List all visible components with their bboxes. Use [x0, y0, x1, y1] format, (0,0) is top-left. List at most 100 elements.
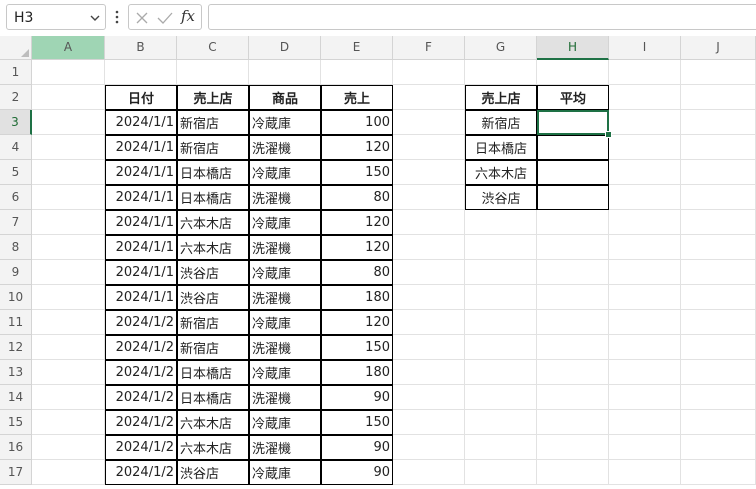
cell-j10[interactable] [681, 285, 756, 310]
cell-c9[interactable]: 渋谷店 [177, 260, 249, 285]
cell-a1[interactable] [32, 60, 105, 85]
cell-f3[interactable] [393, 110, 465, 135]
cell-c12[interactable]: 新宿店 [177, 335, 249, 360]
cell-j8[interactable] [681, 235, 756, 260]
cell-f14[interactable] [393, 385, 465, 410]
cell-g13[interactable] [465, 360, 537, 385]
cell-j6[interactable] [681, 185, 756, 210]
row-header-10[interactable]: 10 [0, 285, 32, 310]
cell-b8[interactable]: 2024/1/1 [105, 235, 177, 260]
cell-c6[interactable]: 日本橋店 [177, 185, 249, 210]
cell-b3[interactable]: 2024/1/1 [105, 110, 177, 135]
column-header-a[interactable]: A [32, 36, 105, 60]
cell-j5[interactable] [681, 160, 756, 185]
row-header-7[interactable]: 7 [0, 210, 32, 235]
select-all-corner[interactable] [0, 36, 32, 60]
cell-e9[interactable]: 80 [321, 260, 393, 285]
cell-e16[interactable]: 90 [321, 435, 393, 460]
cell-b1[interactable] [105, 60, 177, 85]
cell-j9[interactable] [681, 260, 756, 285]
cell-h4[interactable] [537, 135, 609, 160]
cell-e7[interactable]: 120 [321, 210, 393, 235]
row-header-6[interactable]: 6 [0, 185, 32, 210]
spreadsheet-grid[interactable]: A B C D E F G H I J 1 2 日付 売上店 商品 売上 売上店 平均 3 2024/1/1 新宿店 冷蔵… [0, 36, 756, 489]
cell-h8[interactable] [537, 235, 609, 260]
row-header-4[interactable]: 4 [0, 135, 32, 160]
row-header-5[interactable]: 5 [0, 160, 32, 185]
cell-h11[interactable] [537, 310, 609, 335]
column-header-g[interactable]: G [465, 36, 537, 60]
cell-i16[interactable] [609, 435, 681, 460]
row-header-1[interactable]: 1 [0, 60, 32, 85]
cell-i9[interactable] [609, 260, 681, 285]
row-header-13[interactable]: 13 [0, 360, 32, 385]
cell-d15[interactable]: 冷蔵庫 [249, 410, 321, 435]
cell-c5[interactable]: 日本橋店 [177, 160, 249, 185]
cell-i8[interactable] [609, 235, 681, 260]
cell-h13[interactable] [537, 360, 609, 385]
cell-b16[interactable]: 2024/1/2 [105, 435, 177, 460]
cell-f7[interactable] [393, 210, 465, 235]
cell-b13[interactable]: 2024/1/2 [105, 360, 177, 385]
cell-g11[interactable] [465, 310, 537, 335]
fill-handle[interactable] [605, 131, 612, 138]
cell-a14[interactable] [32, 385, 105, 410]
cell-b4[interactable]: 2024/1/1 [105, 135, 177, 160]
column-header-b[interactable]: B [105, 36, 177, 60]
column-header-d[interactable]: D [249, 36, 321, 60]
cell-a7[interactable] [32, 210, 105, 235]
cell-a16[interactable] [32, 435, 105, 460]
cell-f16[interactable] [393, 435, 465, 460]
insert-function-icon[interactable]: fx [181, 7, 195, 25]
cell-e5[interactable]: 150 [321, 160, 393, 185]
cell-b17[interactable]: 2024/1/2 [105, 460, 177, 485]
row-header-3[interactable]: 3 [0, 110, 32, 135]
cell-f10[interactable] [393, 285, 465, 310]
more-options-icon[interactable] [114, 9, 120, 25]
cell-d13[interactable]: 冷蔵庫 [249, 360, 321, 385]
cell-b10[interactable]: 2024/1/1 [105, 285, 177, 310]
cell-e4[interactable]: 120 [321, 135, 393, 160]
cell-a10[interactable] [32, 285, 105, 310]
cell-i10[interactable] [609, 285, 681, 310]
cell-h17[interactable] [537, 460, 609, 485]
chevron-down-icon[interactable] [89, 12, 101, 24]
cell-j3[interactable] [681, 110, 756, 135]
cell-j11[interactable] [681, 310, 756, 335]
cell-a2[interactable] [32, 85, 105, 110]
cell-d11[interactable]: 冷蔵庫 [249, 310, 321, 335]
cell-e13[interactable]: 180 [321, 360, 393, 385]
cell-e11[interactable]: 120 [321, 310, 393, 335]
cancel-icon[interactable] [135, 11, 149, 25]
cell-g17[interactable] [465, 460, 537, 485]
row-header-8[interactable]: 8 [0, 235, 32, 260]
cell-h16[interactable] [537, 435, 609, 460]
cell-j13[interactable] [681, 360, 756, 385]
cell-c17[interactable]: 渋谷店 [177, 460, 249, 485]
row-header-16[interactable]: 16 [0, 435, 32, 460]
cell-j2[interactable] [681, 85, 756, 110]
cell-j4[interactable] [681, 135, 756, 160]
cell-b11[interactable]: 2024/1/2 [105, 310, 177, 335]
cell-c8[interactable]: 六本木店 [177, 235, 249, 260]
cell-f15[interactable] [393, 410, 465, 435]
cell-d2[interactable]: 商品 [249, 85, 321, 110]
cell-e14[interactable]: 90 [321, 385, 393, 410]
cell-c10[interactable]: 渋谷店 [177, 285, 249, 310]
cell-b5[interactable]: 2024/1/1 [105, 160, 177, 185]
cell-e2[interactable]: 売上 [321, 85, 393, 110]
cell-d6[interactable]: 洗濯機 [249, 185, 321, 210]
cell-h15[interactable] [537, 410, 609, 435]
cell-h1[interactable] [537, 60, 609, 85]
column-header-j[interactable]: J [681, 36, 756, 60]
cell-e10[interactable]: 180 [321, 285, 393, 310]
cell-d14[interactable]: 洗濯機 [249, 385, 321, 410]
cell-c14[interactable]: 日本橋店 [177, 385, 249, 410]
cell-f8[interactable] [393, 235, 465, 260]
column-header-e[interactable]: E [321, 36, 393, 60]
cell-f9[interactable] [393, 260, 465, 285]
cell-i17[interactable] [609, 460, 681, 485]
cell-i3[interactable] [609, 110, 681, 135]
cell-f17[interactable] [393, 460, 465, 485]
cell-d9[interactable]: 冷蔵庫 [249, 260, 321, 285]
